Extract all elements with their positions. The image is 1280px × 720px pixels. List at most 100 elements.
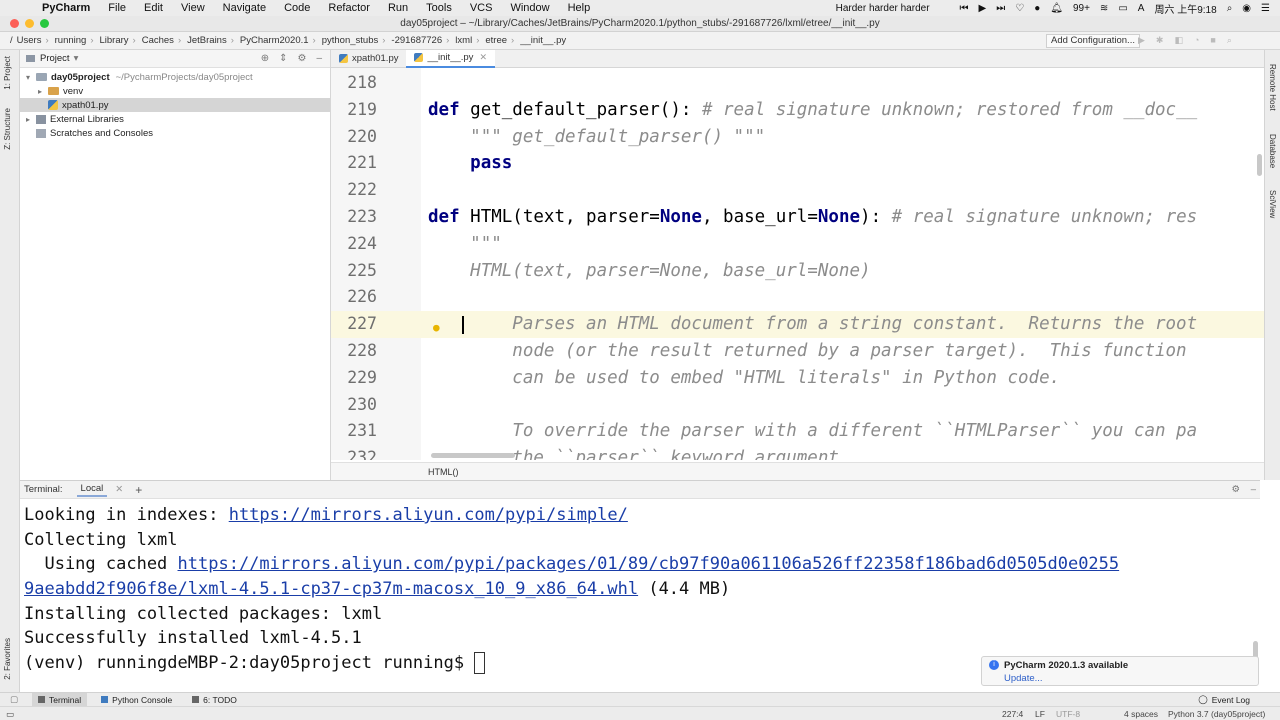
breadcrumb-item[interactable]: lxml	[455, 35, 472, 46]
code-editor[interactable]: 218 219 def get_default_parser(): # real s…	[331, 68, 1264, 460]
hide-icon[interactable]: –	[1251, 484, 1256, 495]
update-link[interactable]: Update...	[1004, 673, 1043, 684]
heart-icon[interactable]: ♡	[1015, 3, 1024, 14]
chevron-down-icon[interactable]: ▾	[26, 73, 36, 82]
breadcrumb-item[interactable]: python_stubs	[322, 35, 379, 46]
collapse-all-icon[interactable]: ⇕	[279, 53, 287, 64]
tree-item-venv[interactable]: ▸ venv	[20, 84, 330, 98]
database-tab[interactable]: Database	[1268, 134, 1277, 168]
project-tool-tab[interactable]: 1: Project	[3, 56, 12, 90]
menu-app-name[interactable]: PyCharm	[42, 2, 90, 14]
editor-breadcrumb[interactable]: HTML()	[331, 462, 1264, 480]
run-icon[interactable]: ▶	[1138, 35, 1145, 46]
chevron-right-icon[interactable]: ▸	[38, 87, 48, 96]
code-line[interactable]: 229 can be used to embed "HTML literals"…	[331, 365, 1264, 392]
input-method-icon[interactable]: A	[1138, 3, 1145, 14]
code-line[interactable]: 221 pass	[331, 150, 1264, 177]
tree-item-xpath01[interactable]: xpath01.py	[20, 98, 330, 112]
code-line[interactable]: 220 """ get_default_parser() """	[331, 124, 1264, 151]
coverage-icon[interactable]: ◧	[1174, 35, 1183, 46]
next-track-icon[interactable]: ⏭	[996, 3, 1005, 14]
file-encoding[interactable]: UTF-8	[1056, 709, 1080, 719]
gear-icon[interactable]: ⚙	[1231, 484, 1240, 495]
siri-icon[interactable]: ◉	[1242, 3, 1251, 14]
terminal-tool-tab[interactable]: Terminal	[32, 693, 88, 706]
project-view-selector[interactable]: Project	[40, 53, 70, 64]
tree-item-scratches[interactable]: Scratches and Consoles	[20, 126, 330, 140]
breadcrumb-item[interactable]: JetBrains	[187, 35, 227, 46]
breadcrumb-item[interactable]: PyCharm2020.1	[240, 35, 309, 46]
notification-bell-icon[interactable]: 🔔︎	[1050, 3, 1063, 14]
notification-center-icon[interactable]: ☰	[1261, 3, 1270, 14]
spotlight-search-icon[interactable]: ⌕	[1227, 3, 1233, 14]
stop-icon[interactable]: ■	[1210, 35, 1215, 46]
locate-icon[interactable]: ⊕	[261, 53, 269, 64]
breadcrumb-item[interactable]: __init__.py	[520, 35, 566, 46]
tab-xpath01[interactable]: xpath01.py	[331, 50, 406, 68]
user-icon[interactable]: ●	[1034, 3, 1040, 14]
menu-edit[interactable]: Edit	[144, 2, 163, 14]
chevron-right-icon[interactable]: ▸	[26, 115, 36, 124]
menu-help[interactable]: Help	[568, 2, 591, 14]
code-area[interactable]: 218 219 def get_default_parser(): # real s…	[331, 70, 1264, 460]
close-icon[interactable]: ✕	[479, 52, 487, 63]
gear-icon[interactable]: ⚙	[297, 53, 306, 64]
favorites-tool-tab[interactable]: 2: Favorites	[3, 638, 12, 680]
code-line[interactable]: 227 Parses an HTML document from a strin…	[331, 311, 1264, 338]
code-line[interactable]: 226	[331, 284, 1264, 311]
vertical-scrollbar[interactable]	[1257, 154, 1262, 176]
sciview-tab[interactable]: SciView	[1268, 190, 1277, 218]
search-everywhere-icon[interactable]: ⌕	[1227, 35, 1232, 46]
python-console-tool-tab[interactable]: Python Console	[95, 693, 178, 706]
toggle-tool-windows-icon[interactable]: ▢	[10, 694, 18, 705]
menu-window[interactable]: Window	[510, 2, 549, 14]
tree-item-root[interactable]: ▾ day05project ~/PycharmProjects/day05pr…	[20, 70, 330, 84]
play-icon[interactable]: ▶	[979, 3, 987, 14]
profile-icon[interactable]: ◔	[1194, 35, 1199, 46]
code-line[interactable]: 223 def HTML(text, parser=None, base_url=…	[331, 204, 1264, 231]
previous-track-icon[interactable]: ⏮	[960, 3, 969, 14]
code-line[interactable]: 228 node (or the result returned by a pa…	[331, 338, 1264, 365]
breadcrumb-item[interactable]: /	[10, 35, 13, 46]
battery-icon[interactable]: ▭	[1118, 3, 1127, 14]
tree-item-external-libraries[interactable]: ▸ External Libraries	[20, 112, 330, 126]
code-line[interactable]: 218	[331, 70, 1264, 97]
menu-vcs[interactable]: VCS	[470, 2, 493, 14]
menu-file[interactable]: File	[108, 2, 126, 14]
breadcrumb-item[interactable]: Users	[17, 35, 42, 46]
terminal-tab-local[interactable]: Local	[76, 482, 108, 497]
horizontal-scrollbar[interactable]	[431, 453, 515, 458]
debug-icon[interactable]: ✱	[1156, 35, 1164, 46]
menu-navigate[interactable]: Navigate	[223, 2, 266, 14]
breadcrumb-item[interactable]: etree	[485, 35, 507, 46]
menu-view[interactable]: View	[181, 2, 205, 14]
code-line[interactable]: 230	[331, 392, 1264, 419]
breadcrumb-item[interactable]: Library	[100, 35, 129, 46]
terminal-output[interactable]: Looking in indexes: https://mirrors.aliy…	[20, 499, 1260, 676]
terminal-link[interactable]: https://mirrors.aliyun.com/pypi/simple/	[229, 505, 628, 525]
terminal-link[interactable]: https://mirrors.aliyun.com/pypi/packages…	[178, 554, 1120, 574]
chevron-down-icon[interactable]: ▾	[74, 53, 79, 64]
breadcrumb-item[interactable]: running	[55, 35, 87, 46]
status-toggle-icon[interactable]: ▭	[6, 709, 14, 720]
menu-refactor[interactable]: Refactor	[328, 2, 370, 14]
remote-host-tab[interactable]: Remote Host	[1268, 64, 1277, 111]
code-line[interactable]: 225 HTML(text, parser=None, base_url=Non…	[331, 258, 1264, 285]
tab-init[interactable]: __init__.py ✕	[406, 49, 495, 68]
structure-tool-tab[interactable]: Z: Structure	[3, 108, 12, 150]
clock[interactable]: 周六 上午9:18	[1154, 1, 1216, 16]
hide-icon[interactable]: –	[316, 53, 322, 64]
line-separator[interactable]: LF	[1035, 709, 1045, 719]
breadcrumb-item[interactable]: Caches	[142, 35, 174, 46]
new-terminal-icon[interactable]: +	[135, 483, 142, 497]
event-log-tool-tab[interactable]: ◯ Event Log	[1192, 693, 1256, 706]
menu-tools[interactable]: Tools	[426, 2, 452, 14]
add-configuration-button[interactable]: Add Configuration...	[1046, 34, 1140, 48]
menu-run[interactable]: Run	[388, 2, 408, 14]
breadcrumb-item[interactable]: -291687726	[391, 35, 442, 46]
code-line[interactable]: 219 def get_default_parser(): # real sign…	[331, 97, 1264, 124]
indent-setting[interactable]: 4 spaces	[1124, 709, 1158, 719]
terminal-link[interactable]: 9aeabdd2f906f8e/lxml-4.5.1-cp37-cp37m-ma…	[24, 579, 638, 599]
python-interpreter[interactable]: Python 3.7 (day05project)	[1168, 709, 1265, 719]
caret-position[interactable]: 227:4	[1002, 709, 1023, 719]
